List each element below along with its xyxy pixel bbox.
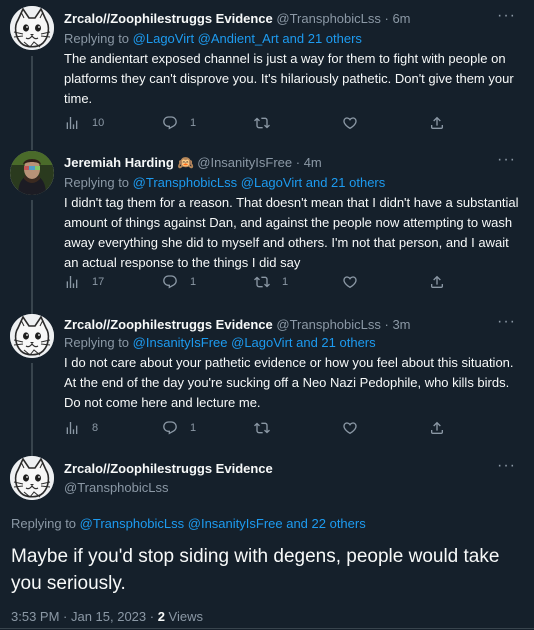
- tweet-time[interactable]: 6m: [392, 11, 410, 26]
- more-icon[interactable]: ···: [497, 457, 516, 475]
- tweet-text: I do not care about your pathetic eviden…: [64, 355, 514, 410]
- retweet-icon: [254, 274, 270, 290]
- share-icon: [429, 420, 445, 436]
- tweet-header: Zrcalo//Zoophilestruggs Evidence @Transp…: [64, 11, 411, 26]
- retweet-button[interactable]: [254, 420, 282, 436]
- display-name[interactable]: Jeremiah Harding: [64, 155, 174, 170]
- replying-to-users[interactable]: @TransphobicLss @LagoVirt and 21 others: [133, 175, 386, 190]
- views-button[interactable]: 8: [64, 420, 98, 436]
- avatar[interactable]: [10, 314, 54, 358]
- tweet-header: Zrcalo//Zoophilestruggs Evidence @Transp…: [64, 317, 411, 332]
- thread-line: [31, 363, 33, 451]
- user-handle[interactable]: @TransphobicLss: [276, 317, 380, 332]
- retweet-button[interactable]: 1: [254, 274, 288, 290]
- like-icon: [342, 274, 358, 290]
- replying-to: Replying to @TransphobicLss @InsanityIsF…: [11, 516, 366, 531]
- cat-avatar-icon: [10, 456, 54, 500]
- main-tweet: Zrcalo//Zoophilestruggs Evidence @Transp…: [0, 450, 534, 630]
- tweet-timestamp[interactable]: 3:53 PM · Jan 15, 2023 ·: [11, 609, 158, 624]
- share-button[interactable]: [429, 115, 445, 131]
- replying-prefix: Replying to: [11, 516, 77, 531]
- reply-button[interactable]: 1: [162, 115, 196, 131]
- avatar[interactable]: [10, 151, 54, 195]
- views-icon: [64, 115, 80, 131]
- tweet-actions: 8 1: [64, 420, 454, 440]
- views-icon: [64, 274, 80, 290]
- replying-to-users[interactable]: @LagoVirt @Andient_Art and 21 others: [133, 31, 362, 46]
- tweet-meta: 3:53 PM · Jan 15, 2023 · 2 Views: [11, 609, 203, 624]
- share-button[interactable]: [429, 274, 445, 290]
- divider: [0, 628, 534, 629]
- reply-count: 1: [190, 276, 197, 288]
- share-icon: [429, 115, 445, 131]
- reply-icon: [162, 274, 178, 290]
- reply-button[interactable]: 1: [162, 274, 196, 290]
- cat-avatar-icon: [10, 6, 54, 50]
- retweet-icon: [254, 420, 270, 436]
- dot-separator: ·: [295, 155, 304, 170]
- tweet-1[interactable]: Zrcalo//Zoophilestruggs Evidence @Transp…: [0, 0, 534, 144]
- share-button[interactable]: [429, 420, 445, 436]
- main-tweet-text: Maybe if you'd stop siding with degens, …: [11, 546, 500, 594]
- views-count: 8: [92, 422, 99, 434]
- views-label: Views: [164, 609, 203, 624]
- replying-to: Replying to @LagoVirt @Andient_Art and 2…: [64, 31, 362, 46]
- like-button[interactable]: [342, 274, 370, 290]
- replying-to-users[interactable]: @InsanityIsFree @LagoVirt and 21 others: [133, 335, 376, 350]
- like-button[interactable]: [342, 420, 370, 436]
- tweet-text: I didn't tag them for a reason. That doe…: [64, 195, 519, 270]
- display-name[interactable]: Zrcalo//Zoophilestruggs Evidence: [64, 11, 273, 26]
- replying-prefix: Replying to: [64, 31, 130, 46]
- replying-to-users[interactable]: @TransphobicLss @InsanityIsFree and 22 o…: [80, 516, 366, 531]
- tweet-actions: 17 1 1: [64, 274, 454, 294]
- replying-prefix: Replying to: [64, 335, 130, 350]
- avatar[interactable]: [10, 6, 54, 50]
- tweet-time[interactable]: 3m: [392, 317, 410, 332]
- tweet-2[interactable]: Jeremiah Harding 🙉 @InsanityIsFree · 4m …: [0, 143, 534, 308]
- views-icon: [64, 420, 80, 436]
- main-user-handle: @TransphobicLss: [64, 480, 168, 495]
- cat-avatar-icon: [10, 314, 54, 358]
- user-handle[interactable]: @TransphobicLss: [64, 480, 168, 495]
- views-button[interactable]: 10: [64, 115, 104, 131]
- retweet-button[interactable]: [254, 115, 282, 131]
- views-count: 10: [92, 117, 105, 129]
- tweet-header: Jeremiah Harding 🙉 @InsanityIsFree · 4m: [64, 155, 322, 171]
- replying-prefix: Replying to: [64, 175, 130, 190]
- reply-count: 1: [190, 117, 197, 129]
- thread-line: [31, 143, 33, 150]
- retweet-count: 1: [282, 276, 289, 288]
- display-name[interactable]: Zrcalo//Zoophilestruggs Evidence: [64, 461, 273, 476]
- thread-line: [31, 200, 33, 308]
- user-handle[interactable]: @InsanityIsFree: [197, 155, 292, 170]
- tweet-3[interactable]: Zrcalo//Zoophilestruggs Evidence @Transp…: [0, 308, 534, 451]
- user-handle[interactable]: @TransphobicLss: [276, 11, 380, 26]
- replying-to: Replying to @InsanityIsFree @LagoVirt an…: [64, 335, 376, 350]
- reply-icon: [162, 115, 178, 131]
- reply-button[interactable]: 1: [162, 420, 196, 436]
- more-icon[interactable]: ···: [497, 313, 516, 331]
- like-icon: [342, 420, 358, 436]
- thread-line: [31, 56, 33, 144]
- replying-to: Replying to @TransphobicLss @LagoVirt an…: [64, 175, 385, 190]
- like-button[interactable]: [342, 115, 370, 131]
- reply-icon: [162, 420, 178, 436]
- views-button[interactable]: 17: [64, 274, 104, 290]
- retweet-icon: [254, 115, 270, 131]
- tweet-actions: 10 1: [64, 115, 454, 135]
- display-name[interactable]: Zrcalo//Zoophilestruggs Evidence: [64, 317, 273, 332]
- tweet-text: The andientart exposed channel is just a…: [64, 51, 514, 106]
- share-icon: [429, 274, 445, 290]
- more-icon[interactable]: ···: [497, 151, 516, 169]
- name-emoji: 🙉: [177, 155, 194, 170]
- portrait-avatar-icon: [10, 151, 54, 195]
- more-icon[interactable]: ···: [497, 7, 516, 25]
- reply-count: 1: [190, 422, 197, 434]
- avatar[interactable]: [10, 456, 54, 500]
- tweet-time[interactable]: 4m: [304, 155, 322, 170]
- views-count: 17: [92, 276, 105, 288]
- main-display-name: Zrcalo//Zoophilestruggs Evidence: [64, 461, 273, 476]
- views-count[interactable]: 2: [158, 609, 165, 624]
- like-icon: [342, 115, 358, 131]
